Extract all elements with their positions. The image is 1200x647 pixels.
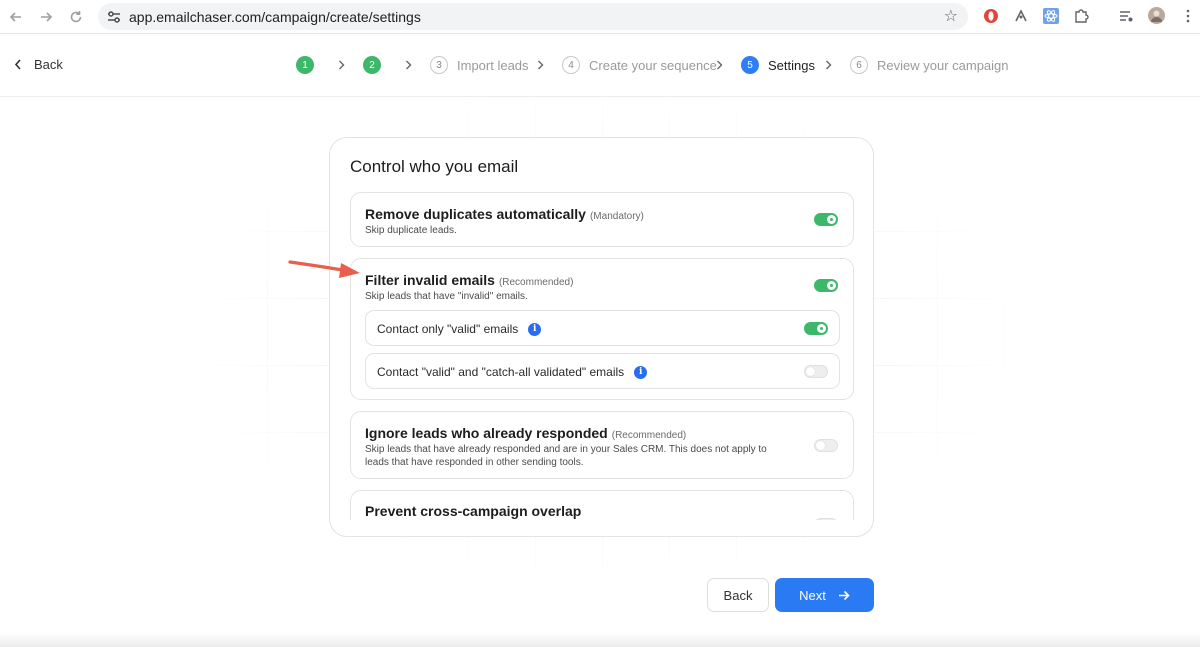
header-back-link[interactable]: Back [14,57,63,72]
filter-invalid-title: Filter invalid emails (Recommended) [365,272,573,288]
contact-valid-catchall-option: Contact "valid" and "catch-all validated… [365,353,840,389]
step-2-number: 2 [363,56,381,74]
remove-duplicates-toggle[interactable] [814,213,838,226]
contact-valid-only-toggle[interactable] [804,322,828,335]
chevron-right-icon [826,60,832,70]
step-4[interactable]: 4 Create your sequence [562,56,717,74]
ignore-responded-desc: Skip leads that have already responded a… [365,443,767,469]
filter-invalid-title-text: Filter invalid emails [365,272,495,288]
next-button[interactable]: Next [775,578,874,612]
contact-valid-catchall-text: Contact "valid" and "catch-all validated… [377,365,625,379]
chevron-right-icon [406,60,412,70]
step-3-label: Import leads [457,57,529,73]
control-who-you-email-card: Control who you email Remove duplicates … [329,137,874,537]
filter-invalid-desc: Skip leads that have "invalid" emails. [365,291,528,302]
remove-duplicates-title-text: Remove duplicates automatically [365,206,586,222]
extensions-puzzle-icon[interactable] [1073,8,1089,24]
recommended-tag: (Recommended) [498,277,574,288]
step-6-number: 6 [850,56,868,74]
react-devtools-icon[interactable] [1043,8,1059,24]
step-6-label: Review your campaign [877,57,1009,73]
filter-invalid-panel: Filter invalid emails (Recommended) Skip … [350,258,854,400]
arrow-right-icon [838,590,850,600]
bottom-shadow [0,633,1200,647]
next-button-label: Next [799,587,826,603]
ignore-responded-panel: Ignore leads who already responded (Recom… [350,411,854,479]
ignore-responded-title-text: Ignore leads who already responded [365,425,608,441]
contact-valid-only-text: Contact only "valid" emails [377,322,519,336]
ignore-responded-toggle[interactable] [814,439,838,452]
campaign-header: Back 1 2 3 Import leads 4 Create your se… [0,35,1200,97]
card-title: Control who you email [350,157,519,176]
step-1-number: 1 [296,56,314,74]
chevron-right-icon [339,60,345,70]
back-button[interactable]: Back [707,578,769,612]
step-5-label: Settings [768,57,815,73]
chevron-left-icon [14,59,21,70]
mandatory-tag: (Mandatory) [589,211,644,222]
address-bar[interactable]: app.emailchaser.com/campaign/create/sett… [98,3,968,30]
info-icon[interactable]: i [634,365,648,379]
annotation-arrow-icon [288,260,360,278]
ignore-responded-desc-line2: leads that have responded in other sendi… [365,457,584,468]
filter-invalid-toggle[interactable] [814,279,838,292]
step-4-number: 4 [562,56,580,74]
step-1[interactable]: 1 [296,56,314,74]
step-4-label: Create your sequence [589,57,717,73]
contact-valid-catchall-label: Contact "valid" and "catch-all validated… [377,365,648,379]
bookmark-star-icon[interactable]: ☆ [944,6,958,26]
extension-tool-icon[interactable] [1013,8,1029,24]
browser-reload-icon[interactable] [65,6,87,28]
cross-campaign-panel: Prevent cross-campaign overlap [350,490,854,520]
browser-menu-icon[interactable] [1180,8,1196,24]
contact-valid-catchall-toggle[interactable] [804,365,828,378]
media-controls-icon[interactable] [1118,8,1134,24]
remove-duplicates-panel: Remove duplicates automatically (Mandator… [350,192,854,247]
cross-campaign-title: Prevent cross-campaign overlap [365,503,582,519]
remove-duplicates-desc: Skip duplicate leads. [365,225,457,236]
url-text: app.emailchaser.com/campaign/create/sett… [129,9,421,25]
opera-extension-icon[interactable] [983,8,999,24]
step-5[interactable]: 5 Settings [741,56,815,74]
step-3-number: 3 [430,56,448,74]
browser-toolbar: app.emailchaser.com/campaign/create/sett… [0,0,1200,34]
remove-duplicates-title: Remove duplicates automatically (Mandator… [365,206,644,222]
chevron-right-icon [717,60,723,70]
step-5-number: 5 [741,56,759,74]
profile-avatar[interactable] [1148,7,1165,24]
contact-valid-only-option: Contact only "valid" emails i [365,310,840,346]
info-icon[interactable]: i [528,322,542,336]
browser-back-icon[interactable] [5,6,27,28]
settings-scroll-area[interactable]: Remove duplicates automatically (Mandator… [350,192,854,520]
site-settings-icon[interactable] [107,10,121,28]
step-2[interactable]: 2 [363,56,381,74]
chevron-right-icon [538,60,544,70]
recommended-tag: (Recommended) [611,430,687,441]
step-3[interactable]: 3 Import leads [430,56,529,74]
ignore-responded-desc-line1: Skip leads that have already responded a… [365,444,767,455]
ignore-responded-title: Ignore leads who already responded (Recom… [365,425,686,441]
step-6[interactable]: 6 Review your campaign [850,56,1009,74]
browser-forward-icon[interactable] [35,6,57,28]
cross-campaign-toggle[interactable] [814,518,838,520]
header-back-label: Back [34,57,63,72]
contact-valid-only-label: Contact only "valid" emails i [377,322,542,336]
